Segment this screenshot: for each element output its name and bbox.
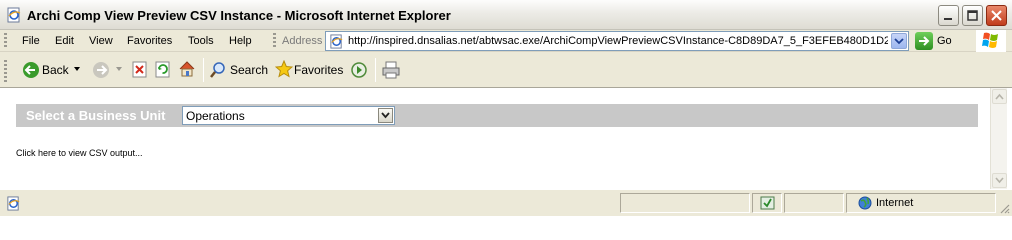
window-title: Archi Comp View Preview CSV Instance - M… — [27, 8, 451, 23]
business-unit-label: Select a Business Unit — [26, 108, 166, 123]
address-grip[interactable] — [273, 33, 276, 49]
windows-logo — [976, 30, 1006, 52]
chevron-up-icon — [995, 93, 1004, 100]
status-panel-message — [620, 193, 750, 213]
scroll-down-button[interactable] — [992, 173, 1007, 188]
minimize-button[interactable] — [938, 5, 959, 26]
status-panel-blank — [784, 193, 844, 213]
maximize-button[interactable] — [962, 5, 983, 26]
maximize-icon — [967, 10, 978, 21]
title-bar: Archi Comp View Preview CSV Instance - M… — [0, 0, 1012, 30]
search-button[interactable]: Search — [208, 58, 268, 82]
go-button[interactable]: Go — [915, 31, 965, 51]
menu-edit[interactable]: Edit — [55, 35, 74, 47]
csv-output-link[interactable]: Click here to view CSV output... — [16, 148, 143, 158]
home-button[interactable] — [178, 58, 198, 82]
minimize-icon — [944, 18, 952, 20]
toolbar-grip[interactable] — [4, 60, 7, 82]
media-icon — [351, 62, 367, 78]
address-label: Address — [282, 35, 323, 47]
business-unit-value: Operations — [186, 109, 245, 123]
status-bar: Internet — [0, 189, 1012, 216]
favorites-button[interactable]: Favorites — [274, 58, 344, 82]
toolbar-separator — [203, 58, 204, 82]
search-icon — [210, 62, 225, 78]
menu-file[interactable]: File — [22, 35, 40, 47]
ie-page-icon — [7, 7, 21, 23]
star-icon — [275, 60, 293, 78]
printer-icon — [382, 61, 400, 79]
forward-arrow-icon — [93, 62, 109, 78]
menu-favorites[interactable]: Favorites — [127, 35, 172, 47]
zone-label: Internet — [876, 197, 914, 209]
forward-dropdown-icon[interactable] — [116, 67, 123, 72]
home-icon — [179, 61, 195, 77]
go-arrow-icon — [915, 32, 933, 50]
menu-tools[interactable]: Tools — [188, 35, 214, 47]
page-icon — [330, 34, 343, 49]
go-label: Go — [937, 35, 952, 47]
menu-grip[interactable] — [4, 33, 7, 49]
toolbar-separator — [375, 58, 376, 82]
forward-button[interactable] — [92, 58, 126, 82]
back-arrow-icon — [23, 62, 39, 78]
back-dropdown-icon[interactable] — [74, 67, 81, 72]
business-unit-dropdown-button[interactable] — [378, 108, 393, 123]
refresh-icon — [155, 61, 170, 78]
address-url: http://inspired.dnsalias.net/abtwsac.exe… — [348, 35, 888, 47]
close-button[interactable] — [986, 5, 1007, 26]
globe-icon — [858, 196, 872, 210]
scroll-up-button[interactable] — [992, 89, 1007, 104]
address-field[interactable]: http://inspired.dnsalias.net/abtwsac.exe… — [325, 31, 909, 51]
chevron-down-icon — [995, 177, 1004, 184]
close-icon — [991, 10, 1002, 21]
menu-bar: File Edit View Favorites Tools Help Addr… — [0, 30, 1012, 52]
business-unit-bar: Select a Business Unit Operations — [16, 104, 978, 127]
business-unit-select[interactable]: Operations — [182, 106, 395, 125]
favorites-label: Favorites — [294, 63, 344, 77]
resize-grip-icon[interactable] — [998, 202, 1010, 214]
stop-button[interactable] — [132, 58, 150, 82]
search-label: Search — [230, 63, 269, 77]
menu-view[interactable]: View — [89, 35, 113, 47]
address-dropdown-button[interactable] — [891, 33, 907, 49]
page-status-icon — [7, 196, 20, 211]
vertical-scrollbar[interactable] — [990, 88, 1007, 189]
menu-help[interactable]: Help — [229, 35, 252, 47]
page-content: Select a Business Unit Operations Click … — [4, 88, 990, 189]
stop-icon — [132, 61, 147, 78]
back-button[interactable]: Back — [20, 58, 84, 82]
status-panel-security — [752, 193, 782, 213]
print-button[interactable] — [382, 58, 402, 82]
media-button[interactable] — [350, 58, 370, 82]
standard-toolbar: Back Search Favorites — [0, 52, 1012, 88]
chevron-down-icon — [894, 38, 904, 45]
refresh-button[interactable] — [155, 58, 173, 82]
back-label: Back — [42, 63, 69, 77]
security-icon — [760, 196, 775, 210]
chevron-down-icon — [381, 112, 390, 119]
